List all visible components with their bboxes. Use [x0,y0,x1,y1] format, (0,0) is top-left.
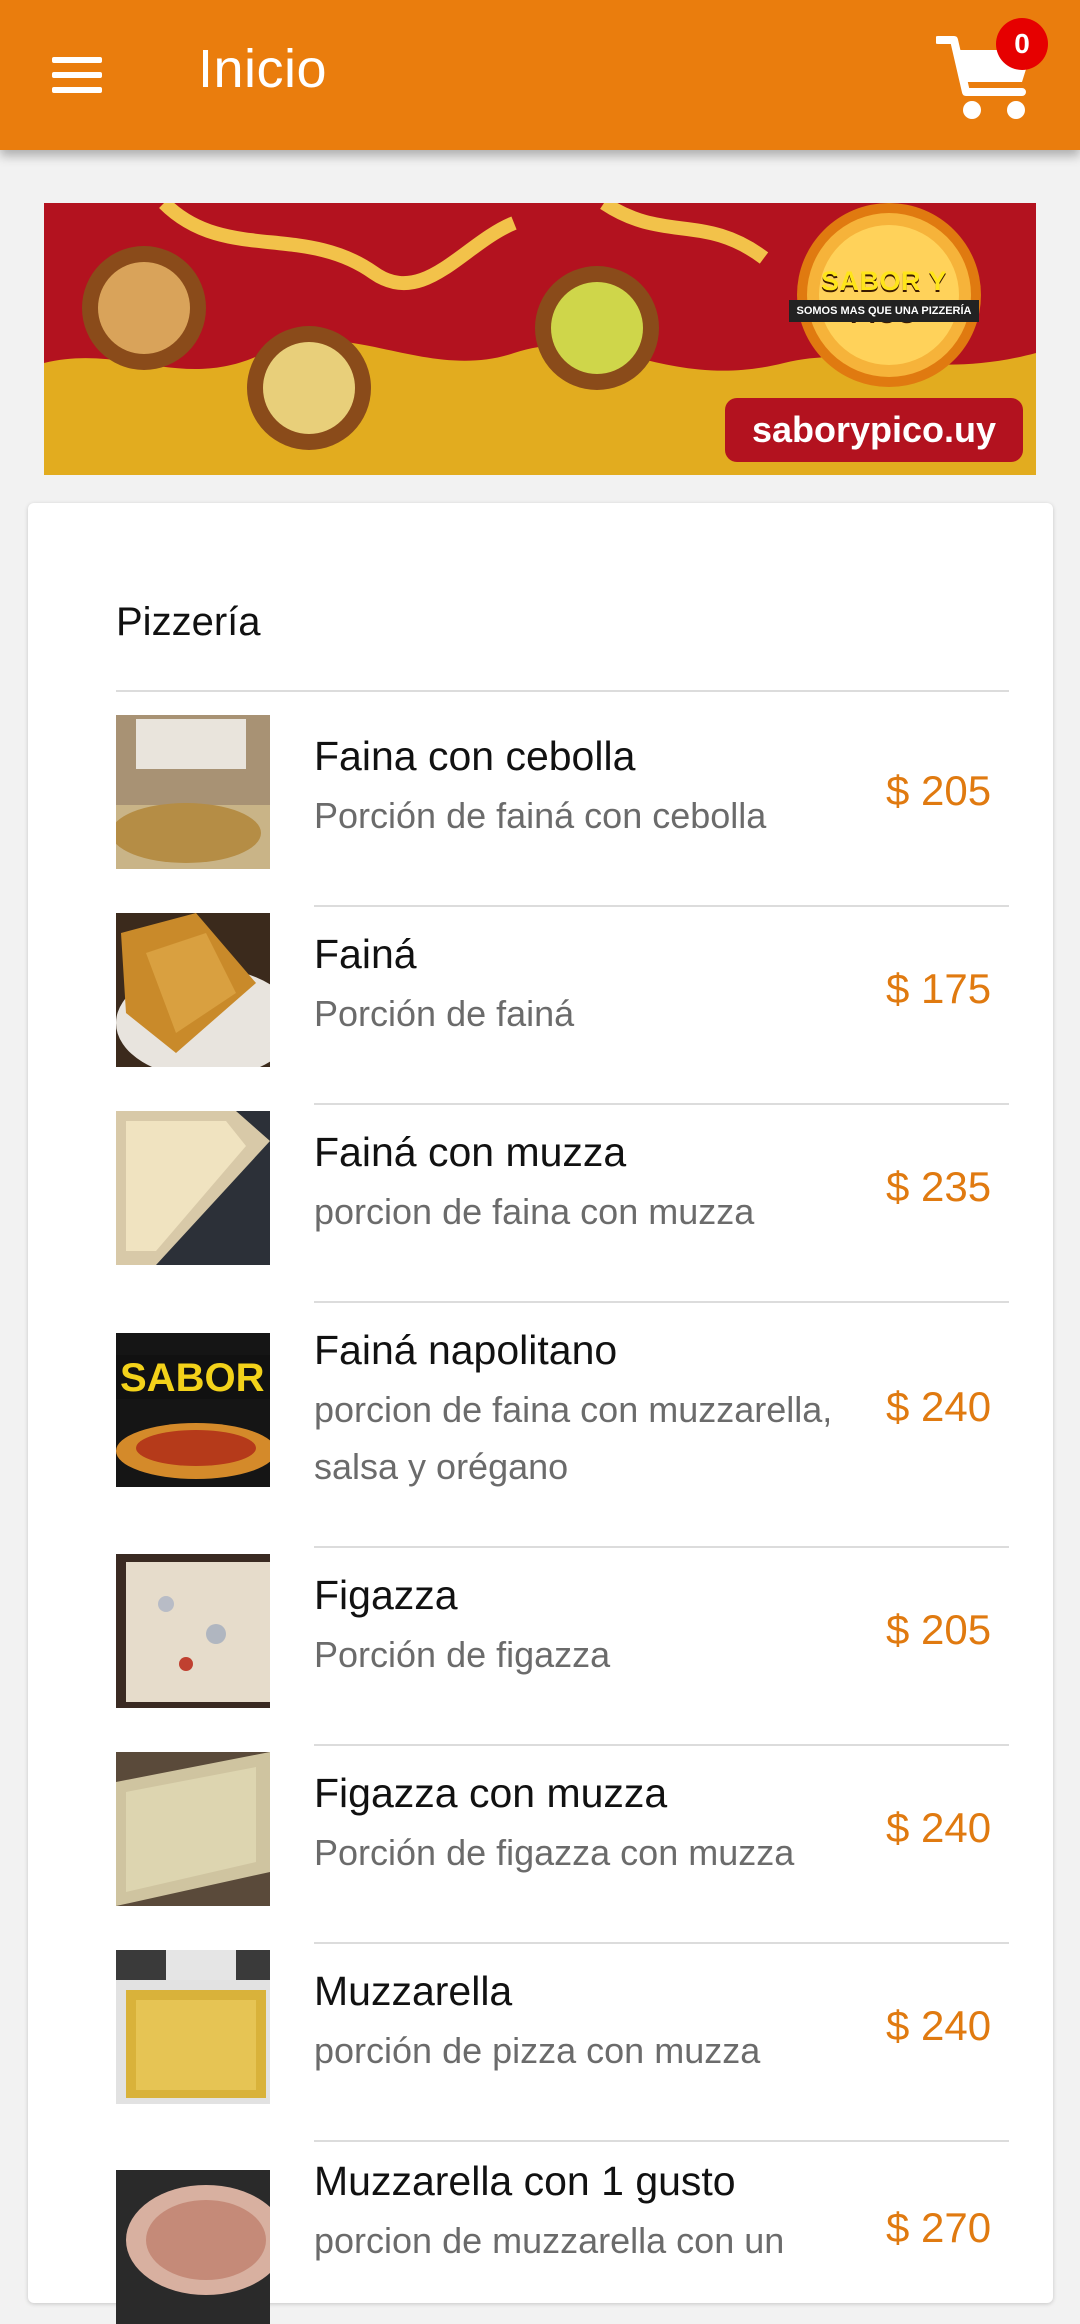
item-price: $ 235 [886,1163,992,1210]
item-price: $ 205 [886,1606,992,1653]
item-price: $ 270 [886,2204,992,2251]
menu-card: Pizzería Faina con cebolla Porción de fa… [28,503,1053,2324]
menu-item[interactable]: SABOR Y Fainá napolitano porcion de fain… [116,1303,1009,1548]
promo-banner[interactable]: SABOR Y PICO SOMOS MAS QUE UNA PIZZERÍA … [44,203,1036,475]
item-thumbnail: SABOR Y [116,1333,270,1487]
item-thumbnail [116,913,270,1067]
cart-button[interactable]: 0 [930,18,1050,138]
item-name: Figazza con muzza [314,1770,668,1816]
page-title: Inicio [198,39,328,99]
item-thumbnail [116,1950,270,2104]
menu-item[interactable]: Fainá Porción de fainá $ 175 [116,907,1009,1105]
item-name: Muzzarella [314,1968,513,2014]
svg-text:SABOR Y: SABOR Y [120,1356,270,1400]
item-description: porción de pizza con muzza [314,2030,761,2071]
hamburger-menu-icon[interactable] [40,45,115,105]
section-title: Pizzería [116,600,261,644]
menu-item[interactable]: Fainá con muzza porcion de faina con muz… [116,1105,1009,1303]
item-name: Fainá napolitano [314,1327,618,1373]
item-name: Fainá con muzza [314,1129,627,1175]
menu-item[interactable]: Figazza con muzza Porción de figazza con… [116,1746,1009,1944]
item-description: Porción de figazza con muzza [314,1832,795,1873]
item-name: Fainá [314,931,417,977]
item-thumbnail [116,1752,270,1906]
item-price: $ 240 [886,2002,992,2049]
item-thumbnail [116,1111,270,1265]
item-description: Porción de figazza [314,1634,611,1675]
banner-logo-subtitle: SOMOS MAS QUE UNA PIZZERÍA [789,300,979,322]
item-name: Faina con cebolla [314,733,636,779]
item-description: Porción de fainá con cebolla [314,795,767,836]
menu-item[interactable]: Muzzarella porción de pizza con muzza $ … [116,1944,1009,2142]
item-name: Muzzarella con 1 gusto [314,2158,736,2204]
item-description: porcion de faina con muzzarella, salsa y… [314,1389,833,1487]
item-thumbnail [116,1554,270,1708]
item-description: Porción de fainá [314,993,575,1034]
item-price: $ 175 [886,965,992,1012]
item-description: porcion de faina con muzza [314,1191,755,1232]
item-thumbnail [116,2170,270,2324]
item-name: Figazza [314,1572,458,1618]
item-price: $ 240 [886,1383,992,1430]
item-description: porcion de muzzarella con un [314,2220,785,2261]
item-price: $ 205 [886,767,992,814]
menu-item[interactable]: Muzzarella con 1 gusto porcion de muzzar… [116,2142,1009,2324]
item-thumbnail [116,715,270,869]
item-price: $ 240 [886,1804,992,1851]
section-divider [116,690,1009,692]
banner-url-label: saborypico.uy [725,398,1023,462]
cart-count-badge: 0 [996,18,1048,70]
menu-item[interactable]: Faina con cebolla Porción de fainá con c… [116,709,1009,907]
app-bar: Inicio 0 [0,0,1080,150]
menu-item[interactable]: Figazza Porción de figazza $ 205 [116,1548,1009,1746]
